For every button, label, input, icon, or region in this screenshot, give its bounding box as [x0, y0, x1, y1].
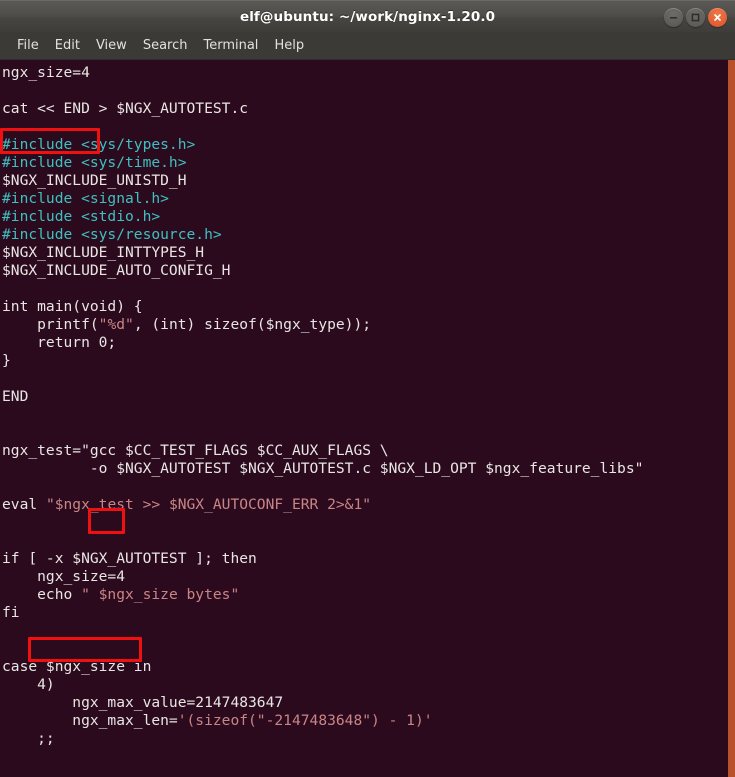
terminal-line: int main(void) { — [2, 298, 728, 316]
terminal-line: ngx_size=4 — [2, 568, 728, 586]
window-title: elf@ubuntu: ~/work/nginx-1.20.0 — [239, 8, 496, 25]
minimize-button[interactable] — [664, 7, 683, 27]
terminal-line: $NGX_INCLUDE_INTTYPES_H — [2, 244, 728, 262]
terminal-text-segment: ngx_max_len= — [2, 712, 178, 729]
terminal-text-segment: #include <sys/resource.h> — [2, 226, 222, 243]
terminal-text-segment: "%d" — [98, 316, 134, 333]
terminal-text-segment: " $ngx_size bytes" — [81, 586, 240, 603]
terminal-text-segment: #include <sys/time.h> — [2, 154, 187, 171]
terminal-text-segment: return 0; — [2, 334, 117, 351]
terminal-line: ngx_size=4 — [2, 64, 728, 82]
terminal-line: fi — [2, 604, 728, 622]
terminal-text-segment: ngx_size=4 — [2, 568, 126, 585]
terminal-line: } — [2, 352, 728, 370]
menu-bar: File Edit View Search Terminal Help — [0, 32, 735, 60]
terminal-line: return 0; — [2, 334, 728, 352]
terminal-line: #include <sys/resource.h> — [2, 226, 728, 244]
terminal-line: ngx_test="gcc $CC_TEST_FLAGS $CC_AUX_FLA… — [2, 442, 728, 460]
window-controls — [664, 1, 727, 33]
menu-item-view[interactable]: View — [88, 35, 135, 56]
terminal-line: ngx_max_value=2147483647 — [2, 694, 728, 712]
terminal-text-segment: #include <sys/types.h> — [2, 136, 196, 153]
terminal-line: echo " $ngx_size bytes" — [2, 586, 728, 604]
terminal-text-segment: echo — [2, 586, 82, 603]
terminal-line: printf("%d", (int) sizeof($ngx_type)); — [2, 316, 728, 334]
terminal-line: #include <signal.h> — [2, 190, 728, 208]
terminal-text-segment: 4) — [2, 676, 55, 693]
terminal-line: if [ -x $NGX_AUTOTEST ]; then — [2, 550, 728, 568]
terminal-area[interactable]: ngx_size=4 cat << END > $NGX_AUTOTEST.c #i… — [0, 60, 735, 777]
terminal-text-segment: END — [2, 388, 29, 405]
terminal-text-segment: , (int) sizeof($ngx_type)); — [133, 316, 372, 333]
vim-status-line: 46,0-1 35% — [0, 755, 728, 777]
terminal-line: -o $NGX_AUTOTEST $NGX_AUTOTEST.c $NGX_LD… — [2, 460, 728, 478]
terminal-text-segment: $NGX_INCLUDE_UNISTD_H — [2, 172, 187, 189]
terminal-line: END — [2, 388, 728, 406]
terminal-text-segment: ngx_test="gcc $CC_TEST_FLAGS $CC_AUX_FLA… — [2, 442, 389, 459]
terminal-text-segment: fi — [2, 604, 20, 621]
terminal-line: cat << END > $NGX_AUTOTEST.c — [2, 100, 728, 118]
maximize-button[interactable] — [686, 7, 705, 27]
terminal-line: #include <sys/types.h> — [2, 136, 728, 154]
terminal-text-segment: ngx_max_value=2147483647 — [2, 694, 284, 711]
terminal-text-segment: int main(void) { — [2, 298, 143, 315]
terminal-line: ;; — [2, 730, 728, 748]
terminal-text-segment: $NGX_INCLUDE_AUTO_CONFIG_H — [2, 262, 231, 279]
terminal-text-segment: eval — [2, 496, 46, 513]
terminal-line: ngx_max_len='(sizeof("-2147483648") - 1)… — [2, 712, 728, 730]
menu-item-file[interactable]: File — [9, 35, 47, 56]
terminal-text-segment: #include <signal.h> — [2, 190, 169, 207]
minimize-icon — [670, 16, 677, 19]
terminal-text-segment: cat << END > $NGX_AUTOTEST.c — [2, 100, 249, 117]
maximize-icon — [691, 13, 700, 21]
close-icon — [714, 13, 721, 21]
menu-item-search[interactable]: Search — [135, 35, 196, 56]
terminal-line: case $ngx_size in — [2, 658, 728, 676]
menu-item-terminal[interactable]: Terminal — [195, 35, 266, 56]
terminal-line: 4) — [2, 676, 728, 694]
terminal-text-segment: -o $NGX_AUTOTEST $NGX_AUTOTEST.c $NGX_LD… — [2, 460, 644, 477]
terminal-line: $NGX_INCLUDE_AUTO_CONFIG_H — [2, 262, 728, 280]
terminal-line: eval "$ngx_test >> $NGX_AUTOCONF_ERR 2>&… — [2, 496, 728, 514]
terminal-text-buffer[interactable]: ngx_size=4 cat << END > $NGX_AUTOTEST.c #i… — [0, 60, 728, 777]
terminal-text-segment: printf( — [2, 316, 99, 333]
terminal-window: elf@ubuntu: ~/work/nginx-1.20.0 File Edi… — [0, 0, 735, 777]
terminal-text-segment: ;; — [2, 730, 55, 747]
close-button[interactable] — [708, 7, 727, 27]
terminal-text-segment: '(sizeof("-2147483648") - 1)' — [177, 712, 433, 729]
terminal-line: #include <stdio.h> — [2, 208, 728, 226]
menu-item-help[interactable]: Help — [266, 35, 312, 56]
terminal-text-segment: if [ -x $NGX_AUTOTEST ]; then — [2, 550, 257, 567]
terminal-line: #include <sys/time.h> — [2, 154, 728, 172]
terminal-text-segment: "$ngx_test >> $NGX_AUTOCONF_ERR 2>&1" — [45, 496, 372, 513]
terminal-text-segment: case $ngx_size in — [2, 658, 152, 675]
menu-item-edit[interactable]: Edit — [47, 35, 88, 56]
terminal-text-segment: } — [2, 352, 11, 369]
title-bar[interactable]: elf@ubuntu: ~/work/nginx-1.20.0 — [0, 0, 735, 32]
terminal-text-segment: #include <stdio.h> — [2, 208, 161, 225]
terminal-line: $NGX_INCLUDE_UNISTD_H — [2, 172, 728, 190]
terminal-text-segment: $NGX_INCLUDE_INTTYPES_H — [2, 244, 205, 261]
scrollbar[interactable] — [728, 60, 735, 777]
terminal-text-segment: ngx_size=4 — [2, 64, 90, 81]
